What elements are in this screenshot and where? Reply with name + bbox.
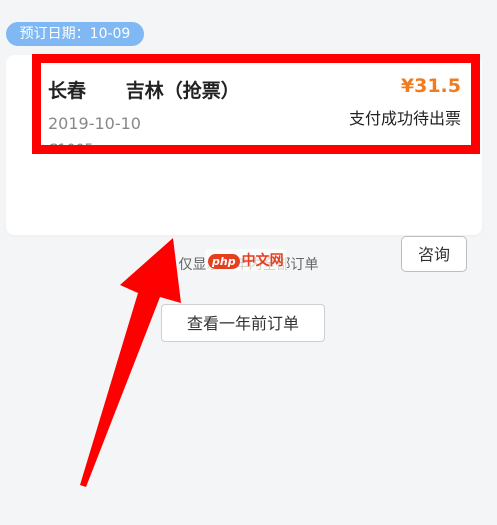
booking-date-badge: 预订日期：10-09: [6, 22, 144, 46]
arrow-shape: [80, 238, 181, 487]
php-watermark: php 中文网: [205, 249, 287, 271]
view-older-orders-button[interactable]: 查看一年前订单: [161, 304, 325, 342]
order-status: 支付成功待出票: [348, 109, 461, 128]
watermark-logo: php: [208, 254, 240, 269]
train-number: C1005: [48, 142, 94, 154]
order-highlight[interactable]: 长春 吉林（抢票） ¥31.5 支付成功待出票 2019-10-10 C1005: [32, 54, 480, 154]
trip-date: 2019-10-10: [48, 114, 141, 133]
watermark-text: 中文网: [241, 253, 284, 269]
order-price: ¥31.5: [400, 75, 461, 97]
route-title: 长春 吉林（抢票）: [48, 80, 240, 102]
